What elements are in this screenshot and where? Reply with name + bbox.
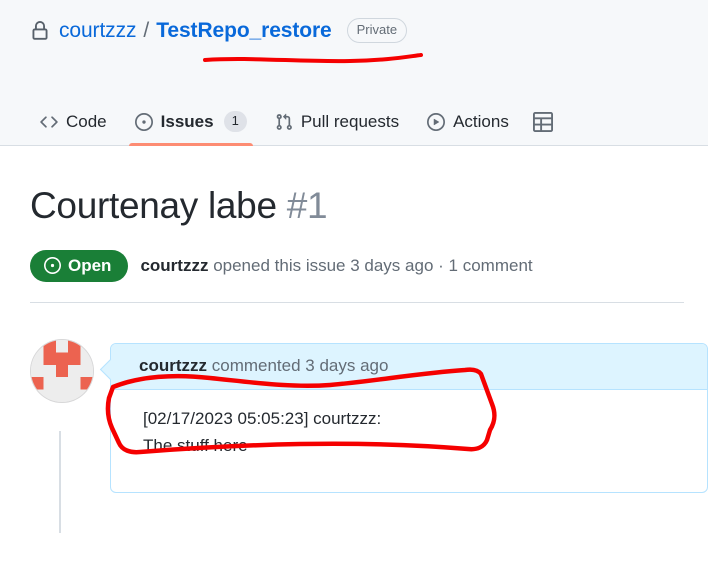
repo-header: courtzzz / TestRepo_restore Private <box>0 0 708 88</box>
visibility-badge: Private <box>346 18 408 43</box>
issue-title-text: Courtenay labe <box>30 185 277 226</box>
tab-actions[interactable]: Actions <box>413 112 523 145</box>
issue-main: Courtenay labe #1 Open courtzzz opened t… <box>0 146 708 304</box>
comment-body-line: [02/17/2023 05:05:23] courtzzz: <box>143 409 382 429</box>
code-icon <box>40 113 58 131</box>
repo-name-link[interactable]: TestRepo_restore <box>156 19 332 43</box>
issue-opened-icon <box>44 257 61 275</box>
issues-count-badge: 1 <box>223 111 247 132</box>
tab-issues-label: Issues <box>160 111 214 131</box>
tab-code-label: Code <box>66 112 107 131</box>
comment-body: [02/17/2023 05:05:23] courtzzz: The stuf… <box>111 390 707 479</box>
meta-separator: · <box>438 256 444 276</box>
tab-pull-requests-label: Pull requests <box>300 112 400 131</box>
tab-actions-label: Actions <box>453 112 509 131</box>
issue-comment-count: 1 comment <box>448 256 533 276</box>
repo-owner-link[interactable]: courtzzz <box>59 19 136 43</box>
breadcrumb-separator: / <box>143 18 150 42</box>
git-pull-request-icon <box>275 113 293 131</box>
comment-header: courtzzz commented 3 days ago <box>111 344 707 391</box>
comment-body-line: The stuff here <box>143 435 248 455</box>
timeline-comment: courtzzz commented 3 days ago [02/17/202… <box>30 339 708 494</box>
issue-opened-icon <box>134 112 153 131</box>
tab-code[interactable]: Code <box>30 112 121 145</box>
tab-pull-requests[interactable]: Pull requests <box>261 112 413 145</box>
issue-meta-row: Open courtzzz opened this issue 3 days a… <box>30 250 684 283</box>
issue-timeline: courtzzz commented 3 days ago [02/17/202… <box>0 339 708 534</box>
meta-divider <box>30 302 684 304</box>
tab-issues[interactable]: Issues 1 <box>121 111 261 146</box>
breadcrumb: courtzzz / TestRepo_restore Private <box>0 0 708 43</box>
comment-timestamp: commented 3 days ago <box>211 356 389 376</box>
avatar[interactable] <box>30 339 94 404</box>
repo-nav: Code Issues 1 Pull requests Actions <box>0 88 708 146</box>
projects-table-icon <box>532 112 553 132</box>
comment-box: courtzzz commented 3 days ago [02/17/202… <box>99 343 708 494</box>
issue-meta-text: courtzzz opened this issue 3 days ago · … <box>140 256 532 276</box>
page-title: Courtenay labe #1 <box>30 146 684 228</box>
tab-projects[interactable] <box>523 112 563 145</box>
status-badge-label: Open <box>68 256 112 276</box>
play-circle-icon <box>427 113 446 131</box>
comment-author[interactable]: courtzzz <box>139 356 207 375</box>
issue-opened-text: opened this issue 3 days ago <box>213 256 434 276</box>
issue-author: courtzzz <box>140 256 209 276</box>
status-badge: Open <box>30 250 129 283</box>
lock-icon <box>30 20 50 41</box>
issue-number: #1 <box>286 185 328 226</box>
